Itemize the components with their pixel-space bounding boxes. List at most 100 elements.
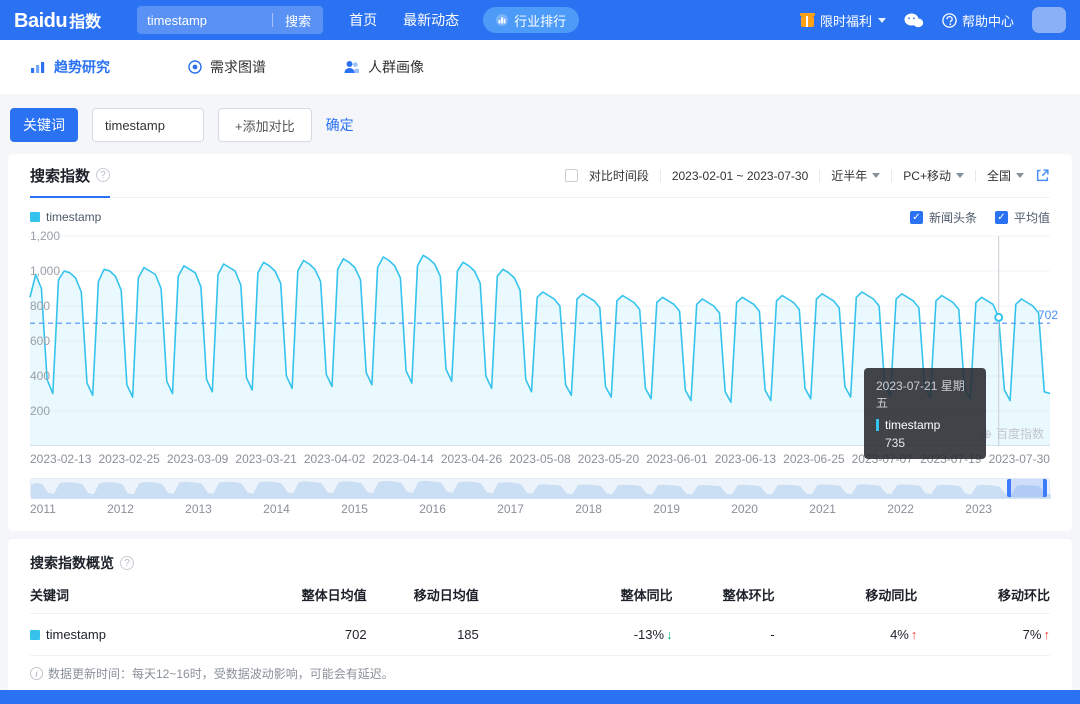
divider	[974, 169, 976, 182]
col-overall-mom: 整体环比	[722, 588, 775, 603]
footer-band	[0, 690, 1080, 704]
chevron-down-icon	[872, 173, 881, 178]
timeline-year-label: 2016	[419, 502, 446, 516]
overview-table-header: 关键词 整体日均值 移动日均值 整体同比 整体环比 移动同比 移动环比	[30, 585, 1050, 614]
timeline-year-label: 2019	[653, 502, 680, 516]
trend-card-title: 搜索指数	[30, 167, 91, 185]
x-axis-label: 2023-06-01	[646, 452, 708, 466]
timeline-year-label: 2014	[263, 502, 290, 516]
keyword-button[interactable]: 关键词	[10, 108, 78, 142]
average-toggle[interactable]: ✓ 平均值	[994, 209, 1050, 226]
legend-toggles: ✓ 新闻头条 ✓ 平均值	[909, 209, 1050, 226]
timeline-year-label: 2018	[575, 502, 602, 516]
tab-audience-profile[interactable]: 人群画像	[344, 57, 424, 77]
news-toggle[interactable]: ✓ 新闻头条	[909, 209, 977, 226]
table-row: timestamp 702 185 -13% ↓ - 4% ↑ 7% ↑	[30, 614, 1050, 656]
search-button[interactable]: 搜索	[273, 11, 323, 30]
timeline-year-label: 2013	[185, 502, 212, 516]
chevron-down-icon	[955, 173, 964, 178]
baidu-index-logo[interactable]: Baidu 指数	[14, 8, 101, 33]
date-range-value[interactable]: 2023-02-01 ~ 2023-07-30	[672, 169, 808, 183]
people-icon	[344, 61, 359, 73]
x-axis-label: 2023-07-19	[920, 452, 982, 466]
search-input[interactable]	[137, 12, 273, 28]
x-axis-label: 2023-04-26	[440, 452, 503, 466]
logo-text: Baidu	[14, 9, 68, 32]
compare-period-checkbox[interactable]	[564, 169, 578, 182]
tab-label: 趋势研究	[54, 59, 110, 75]
keyword-bar: 关键词 +添加对比 确定	[10, 108, 1070, 142]
logo-suffix: 指数	[69, 13, 102, 31]
trend-line-chart[interactable]	[29, 235, 1051, 446]
radar-target-icon	[188, 60, 202, 74]
trend-plot-area[interactable]: 200 400 600 800 1,000 1,200 702 2023-07-21 星期…	[29, 229, 1058, 459]
series-color-swatch	[30, 212, 40, 222]
percent-value: 7%	[1022, 627, 1042, 642]
help-question-icon[interactable]: ?	[96, 168, 111, 182]
region-select[interactable]: 全国	[987, 167, 1024, 184]
x-axis-label: 2023-05-20	[577, 452, 640, 466]
confirm-button[interactable]: 确定	[326, 115, 354, 135]
mobile-yoy-value: 4% ↑	[775, 627, 917, 642]
keyword-cell: timestamp	[30, 627, 265, 642]
top-navbar: Baidu 指数 搜索 首页 最新动态 行业排行 限时福利 帮助中心	[0, 0, 1080, 40]
help-icon	[942, 12, 957, 28]
x-axis-label: 2023-02-13	[30, 452, 92, 466]
tab-trend-research[interactable]: 趋势研究	[30, 57, 110, 77]
checked-checkbox-icon: ✓	[994, 210, 1008, 224]
help-center-link[interactable]: 帮助中心	[942, 11, 1014, 30]
series-legend-label[interactable]: timestamp	[46, 210, 101, 224]
promo-label: 限时福利	[819, 13, 872, 29]
timeline-year-label: 2021	[809, 502, 836, 516]
trend-chart-icon	[31, 61, 45, 73]
external-link-icon[interactable]	[1035, 168, 1050, 183]
percent-value: 4%	[890, 627, 909, 642]
x-axis: 2023-02-13 2023-02-25 2023-03-09 2023-03-21…	[30, 452, 1050, 466]
overall-yoy-value: -13% ↓	[479, 627, 673, 642]
industry-rank-button[interactable]: 行业排行	[483, 7, 580, 33]
divider	[819, 169, 821, 182]
x-axis-label: 2023-07-07	[851, 452, 914, 466]
device-select[interactable]: PC+移动	[903, 167, 964, 184]
tab-demand-graph[interactable]: 需求图谱	[188, 57, 266, 77]
trend-card-controls: 对比时间段 2023-02-01 ~ 2023-07-30 近半年 PC+移动 …	[564, 167, 1050, 184]
tab-label: 需求图谱	[210, 59, 266, 75]
x-axis-label: 2023-04-14	[372, 452, 434, 466]
timeline-year-label: 2015	[341, 502, 368, 516]
nav-home[interactable]: 首页	[349, 10, 377, 30]
average-value-label: 702	[1037, 308, 1058, 322]
x-axis-label: 2023-07-30	[988, 452, 1050, 466]
nav-news[interactable]: 最新动态	[403, 10, 459, 30]
col-overall-daily: 整体日均值	[301, 588, 367, 603]
x-axis-label: 2023-03-09	[166, 452, 229, 466]
compare-period-label: 对比时间段	[588, 169, 649, 183]
keyword-value: timestamp	[46, 627, 106, 642]
index-overview-card: 搜索指数概览 ? 关键词 整体日均值 移动日均值 整体同比 整体环比 移动同比 …	[8, 539, 1072, 694]
overview-title-row: 搜索指数概览 ?	[30, 553, 1050, 573]
help-question-icon[interactable]: ?	[120, 556, 134, 570]
x-axis-label: 2023-05-08	[509, 452, 571, 466]
mobile-daily-value: 185	[457, 627, 479, 642]
promo-link[interactable]: 限时福利	[799, 11, 886, 30]
col-mobile-yoy: 移动同比	[865, 588, 918, 603]
timeline-sparkline	[31, 480, 1051, 499]
timeline-year-label: 2012	[107, 502, 134, 516]
keyword-input[interactable]	[92, 108, 204, 142]
info-icon: i	[30, 667, 43, 680]
time-range-select[interactable]: 近半年	[831, 167, 881, 184]
nav-right-cluster: 限时福利 帮助中心	[799, 7, 1066, 33]
col-mobile-daily: 移动日均值	[413, 588, 479, 603]
gift-icon	[799, 12, 815, 27]
col-mobile-mom: 移动环比	[997, 588, 1050, 603]
average-toggle-label: 平均值	[1013, 210, 1050, 225]
chevron-down-icon	[877, 17, 886, 23]
chart-legend: timestamp ✓ 新闻头条 ✓ 平均值	[30, 209, 1050, 226]
timeline-slider[interactable]	[30, 478, 1051, 499]
wechat-icon[interactable]	[904, 13, 924, 28]
timeline-selection-handle[interactable]	[1007, 479, 1047, 497]
add-compare-button[interactable]: +添加对比	[218, 108, 312, 142]
avatar[interactable]	[1032, 7, 1066, 33]
overall-mom-value: -	[770, 627, 775, 642]
divider	[891, 169, 893, 182]
divider	[659, 169, 661, 182]
